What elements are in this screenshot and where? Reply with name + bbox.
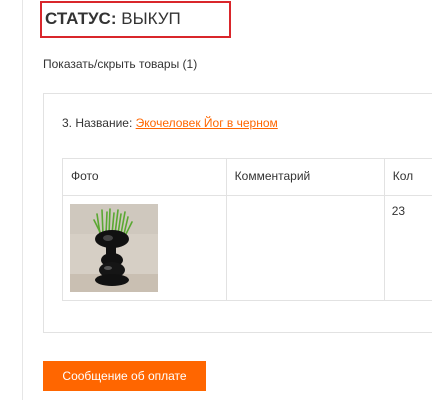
order-page: СТАТУС: ВЫКУП Показать/скрыть товары (1)…: [0, 0, 432, 400]
cell-quantity: 23: [383, 195, 432, 301]
cell-photo: [62, 195, 227, 301]
table-row: 23: [62, 195, 432, 301]
cell-comment: [225, 195, 385, 301]
status-value: ВЫКУП: [121, 9, 181, 28]
status-box: СТАТУС: ВЫКУП: [40, 1, 231, 38]
header-photo: Фото: [62, 158, 227, 196]
header-quantity: Кол: [383, 158, 432, 196]
header-comment: Комментарий: [225, 158, 385, 196]
product-table: Фото Комментарий Кол 23: [62, 158, 432, 301]
product-panel: 3. Название: Экочеловек Йог в черном Фот…: [43, 93, 432, 333]
table-header-row: Фото Комментарий Кол: [62, 158, 432, 196]
product-name-prefix: 3. Название:: [62, 116, 133, 130]
left-divider: [22, 0, 23, 400]
product-name-line: 3. Название: Экочеловек Йог в черном: [62, 116, 278, 130]
plant-pot-photo[interactable]: [70, 204, 158, 292]
toggle-products-link[interactable]: Показать/скрыть товары (1): [43, 57, 197, 71]
status-label: СТАТУС:: [45, 9, 117, 28]
payment-message-button[interactable]: Сообщение об оплате: [43, 361, 206, 391]
product-name-link[interactable]: Экочеловек Йог в черном: [136, 116, 278, 130]
